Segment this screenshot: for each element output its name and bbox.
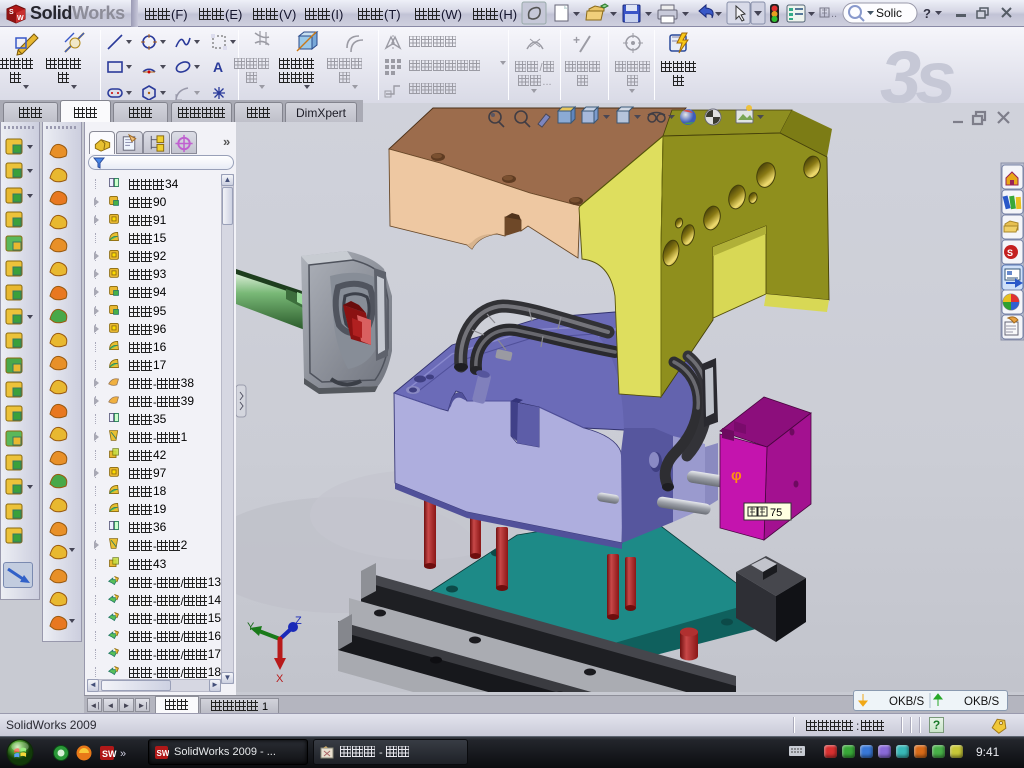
svg-text:W: W: [17, 15, 24, 22]
svg-text:A: A: [213, 59, 223, 75]
svg-text:S: S: [1007, 248, 1013, 258]
svg-text:X: X: [276, 673, 284, 685]
svg-text:SW: SW: [157, 749, 170, 758]
svg-text:+: +: [573, 33, 580, 47]
svg-text:»: »: [120, 748, 126, 760]
svg-text:SW: SW: [102, 749, 117, 759]
svg-text:OKB/S: OKB/S: [889, 696, 924, 708]
svg-text:S: S: [9, 9, 14, 16]
svg-text:Y: Y: [247, 621, 255, 633]
svg-text:Solic: Solic: [876, 6, 902, 20]
svg-text:..: ..: [831, 8, 837, 20]
svg-text:?: ?: [923, 6, 931, 21]
svg-text:OKB/S: OKB/S: [964, 696, 999, 708]
svg-text:Z: Z: [295, 615, 302, 627]
svg-text:75: 75: [770, 507, 782, 519]
svg-text:φ: φ: [731, 467, 742, 484]
